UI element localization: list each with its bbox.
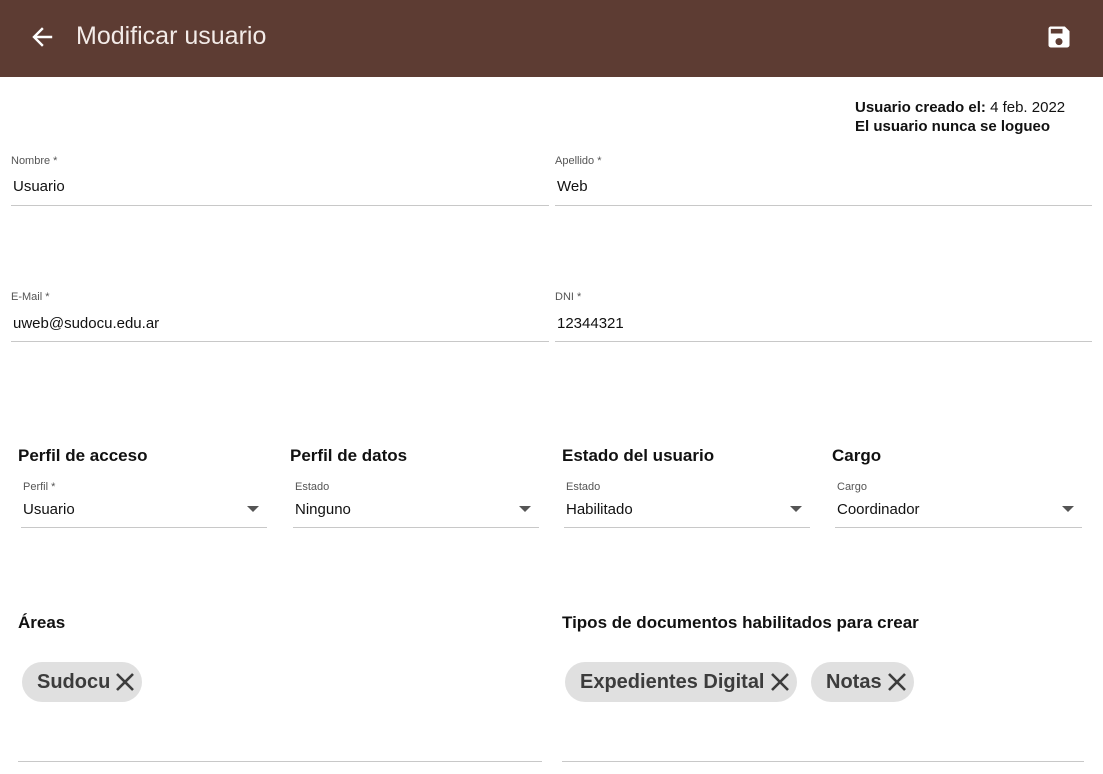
dni-label: DNI *	[555, 291, 582, 303]
apellido-field[interactable]: Apellido * Web	[555, 155, 1092, 206]
areas-underline	[18, 761, 542, 762]
estado-usuario-select-label: Estado	[566, 481, 601, 493]
close-icon[interactable]	[767, 669, 793, 695]
cargo-select[interactable]: Cargo Coordinador	[835, 481, 1082, 529]
dropdown-arrow-icon[interactable]	[519, 506, 531, 512]
estado-usuario-select[interactable]: Estado Habilitado	[564, 481, 810, 529]
perfil-datos-select-value: Ninguno	[295, 501, 351, 518]
estado-usuario-select-underline	[564, 527, 810, 528]
perfil-select-value: Usuario	[23, 501, 75, 518]
estado-usuario-heading: Estado del usuario	[562, 446, 715, 465]
perfil-datos-select-label: Estado	[295, 481, 330, 493]
cargo-select-underline	[835, 527, 1082, 528]
tipo-documento-chip[interactable]: Expedientes Digital	[565, 662, 797, 702]
perfil-select[interactable]: Perfil * Usuario	[21, 481, 267, 529]
apellido-label: Apellido *	[555, 155, 602, 167]
dropdown-arrow-icon[interactable]	[790, 506, 802, 512]
cargo-select-label: Cargo	[837, 481, 867, 493]
cargo-select-value: Coordinador	[837, 501, 920, 518]
email-field[interactable]: E-Mail * uweb@sudocu.edu.ar	[11, 291, 549, 342]
perfil-datos-heading: Perfil de datos	[290, 446, 408, 465]
arrow-left-icon	[32, 27, 53, 47]
login-status: El usuario nunca se logueo	[855, 118, 1051, 135]
dni-field[interactable]: DNI * 12344321	[555, 291, 1092, 342]
app-bar: Modificar usuario	[0, 0, 1103, 77]
nombre-input[interactable]: Usuario	[13, 178, 65, 195]
back-button[interactable]	[28, 21, 58, 53]
dropdown-arrow-icon[interactable]	[247, 506, 259, 512]
areas-heading: Áreas	[18, 613, 66, 632]
tipo-documento-chip[interactable]: Notas	[811, 662, 914, 702]
tipos-documentos-heading: Tipos de documentos habilitados para cre…	[562, 613, 919, 632]
created-date: 4 feb. 2022	[990, 99, 1066, 116]
cargo-heading: Cargo	[832, 446, 882, 465]
area-chip-label: Sudocu	[37, 670, 111, 693]
email-input[interactable]: uweb@sudocu.edu.ar	[13, 315, 159, 332]
tipo-documento-chip-label: Expedientes Digital	[580, 670, 765, 693]
save-icon	[1048, 26, 1070, 48]
user-meta-info: Usuario creado el: 4 feb. 2022 El usuari…	[855, 98, 1065, 136]
email-label: E-Mail *	[11, 291, 50, 303]
perfil-select-underline	[21, 527, 267, 528]
nombre-label: Nombre *	[11, 155, 58, 167]
nombre-underline	[11, 205, 549, 206]
nombre-field[interactable]: Nombre * Usuario	[11, 155, 549, 206]
created-label: Usuario creado el:	[855, 99, 986, 116]
close-icon[interactable]	[884, 669, 910, 695]
page-title: Modificar usuario	[76, 22, 267, 50]
dni-input[interactable]: 12344321	[557, 315, 624, 332]
tipos-documentos-underline	[562, 761, 1084, 762]
perfil-datos-select[interactable]: Estado Ninguno	[293, 481, 539, 529]
save-button[interactable]	[1045, 22, 1073, 52]
dropdown-arrow-icon[interactable]	[1062, 506, 1074, 512]
estado-usuario-select-value: Habilitado	[566, 501, 633, 518]
tipo-documento-chip-label: Notas	[826, 670, 882, 693]
dni-underline	[555, 341, 1092, 342]
area-chip[interactable]: Sudocu	[22, 662, 143, 702]
apellido-input[interactable]: Web	[557, 178, 588, 195]
perfil-datos-select-underline	[293, 527, 539, 528]
email-underline	[11, 341, 549, 342]
perfil-select-label: Perfil *	[23, 481, 56, 493]
apellido-underline	[555, 205, 1092, 206]
close-icon[interactable]	[112, 669, 138, 695]
perfil-acceso-heading: Perfil de acceso	[18, 446, 148, 465]
